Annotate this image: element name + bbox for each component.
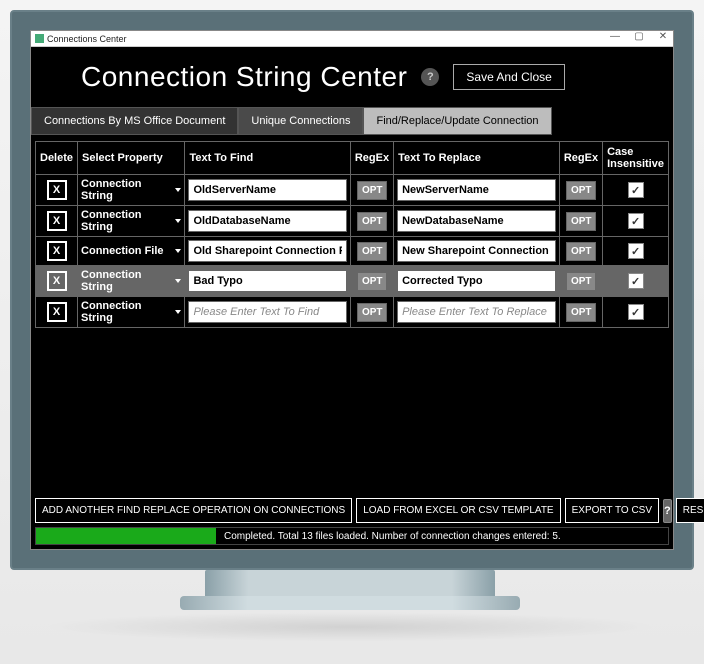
- window-title: Connections Center: [47, 34, 127, 44]
- progress-bar: [36, 528, 216, 544]
- help-button[interactable]: ?: [421, 68, 439, 86]
- regex-replace-button[interactable]: OPT: [566, 272, 596, 291]
- status-text: Completed. Total 13 files loaded. Number…: [216, 531, 668, 542]
- text-to-replace-input[interactable]: [397, 240, 556, 262]
- maximize-button[interactable]: ▢: [631, 31, 647, 42]
- header-row: Delete Select Property Text To Find RegE…: [36, 142, 669, 175]
- monitor-stand-neck: [205, 570, 495, 598]
- app-icon: [35, 34, 44, 43]
- app-window: Connections Center — ▢ ✕ Connection Stri…: [30, 30, 674, 550]
- text-to-find-input[interactable]: [188, 240, 346, 262]
- table-row: X Connection String OPT OPT ✓: [36, 206, 669, 237]
- case-insensitive-checkbox[interactable]: ✓: [628, 182, 644, 198]
- table-row: X Connection String OPT OPT ✓: [36, 297, 669, 328]
- property-label: Connection String: [81, 209, 171, 233]
- property-dropdown[interactable]: Connection String: [81, 178, 181, 202]
- regex-replace-button[interactable]: OPT: [566, 303, 596, 322]
- property-dropdown[interactable]: Connection String: [81, 209, 181, 233]
- chevron-down-icon: [175, 249, 181, 253]
- text-to-replace-input[interactable]: [397, 179, 556, 201]
- footer-help-button[interactable]: ?: [663, 499, 672, 523]
- case-insensitive-checkbox[interactable]: ✓: [628, 243, 644, 259]
- load-template-button[interactable]: LOAD FROM EXCEL OR CSV TEMPLATE: [356, 498, 560, 523]
- delete-row-button[interactable]: X: [47, 241, 67, 261]
- delete-row-button[interactable]: X: [47, 271, 67, 291]
- chevron-down-icon: [175, 219, 181, 223]
- case-insensitive-checkbox[interactable]: ✓: [628, 273, 644, 289]
- case-insensitive-checkbox[interactable]: ✓: [628, 304, 644, 320]
- tab-find-replace-update[interactable]: Find/Replace/Update Connection: [363, 107, 551, 135]
- text-to-find-input[interactable]: [188, 210, 346, 232]
- add-row-button[interactable]: ADD ANOTHER FIND REPLACE OPERATION ON CO…: [35, 498, 352, 523]
- chevron-down-icon: [175, 188, 181, 192]
- tab-strip: Connections By MS Office Document Unique…: [31, 107, 673, 135]
- property-label: Connection String: [81, 269, 171, 293]
- monitor-shadow: [40, 612, 660, 642]
- monitor-frame: Connections Center — ▢ ✕ Connection Stri…: [10, 10, 694, 570]
- regex-find-button[interactable]: OPT: [357, 272, 387, 291]
- regex-find-button[interactable]: OPT: [357, 242, 387, 261]
- header: Connection String Center ? Save And Clos…: [31, 47, 673, 103]
- regex-find-button[interactable]: OPT: [357, 181, 387, 200]
- text-to-find-input[interactable]: [188, 179, 346, 201]
- col-text-to-replace: Text To Replace: [394, 142, 560, 175]
- delete-row-button[interactable]: X: [47, 302, 67, 322]
- reset-button[interactable]: RESET: [676, 498, 704, 523]
- property-label: Connection String: [81, 300, 171, 324]
- text-to-replace-input[interactable]: [397, 301, 556, 323]
- table-row: X Connection String OPT OPT ✓: [36, 175, 669, 206]
- footer-toolbar: ADD ANOTHER FIND REPLACE OPERATION ON CO…: [35, 498, 669, 523]
- property-dropdown[interactable]: Connection String: [81, 269, 181, 293]
- save-and-close-button[interactable]: Save And Close: [453, 64, 564, 90]
- status-bar: Completed. Total 13 files loaded. Number…: [35, 527, 669, 545]
- regex-replace-button[interactable]: OPT: [566, 181, 596, 200]
- window-controls: — ▢ ✕: [607, 31, 671, 42]
- regex-find-button[interactable]: OPT: [357, 212, 387, 231]
- chevron-down-icon: [175, 310, 181, 314]
- export-csv-button[interactable]: EXPORT TO CSV: [565, 498, 659, 523]
- col-regex-find: RegEx: [350, 142, 393, 175]
- delete-row-button[interactable]: X: [47, 211, 67, 231]
- property-label: Connection String: [81, 178, 171, 202]
- table-row: X Connection File OPT OPT ✓: [36, 237, 669, 266]
- titlebar: Connections Center — ▢ ✕: [31, 31, 673, 47]
- text-to-replace-input[interactable]: [397, 210, 556, 232]
- regex-replace-button[interactable]: OPT: [566, 242, 596, 261]
- table-row: X Connection String OPT OPT ✓: [36, 266, 669, 297]
- page-title: Connection String Center: [81, 61, 407, 93]
- col-delete: Delete: [36, 142, 78, 175]
- minimize-button[interactable]: —: [607, 31, 623, 42]
- monitor-stand-base: [180, 596, 520, 610]
- tab-unique-connections[interactable]: Unique Connections: [238, 107, 363, 135]
- delete-row-button[interactable]: X: [47, 180, 67, 200]
- property-dropdown[interactable]: Connection File: [81, 245, 181, 257]
- text-to-find-input[interactable]: [188, 301, 346, 323]
- col-regex-replace: RegEx: [559, 142, 602, 175]
- case-insensitive-checkbox[interactable]: ✓: [628, 213, 644, 229]
- tab-connections-by-document[interactable]: Connections By MS Office Document: [31, 107, 238, 135]
- text-to-replace-input[interactable]: [397, 270, 556, 292]
- col-select-property: Select Property: [78, 142, 185, 175]
- col-case-insensitive: Case Insensitive: [603, 142, 669, 175]
- text-to-find-input[interactable]: [188, 270, 346, 292]
- property-dropdown[interactable]: Connection String: [81, 300, 181, 324]
- regex-find-button[interactable]: OPT: [357, 303, 387, 322]
- close-button[interactable]: ✕: [655, 31, 671, 42]
- col-text-to-find: Text To Find: [185, 142, 350, 175]
- find-replace-grid: Delete Select Property Text To Find RegE…: [35, 141, 669, 494]
- regex-replace-button[interactable]: OPT: [566, 212, 596, 231]
- chevron-down-icon: [175, 279, 181, 283]
- property-label: Connection File: [81, 245, 164, 257]
